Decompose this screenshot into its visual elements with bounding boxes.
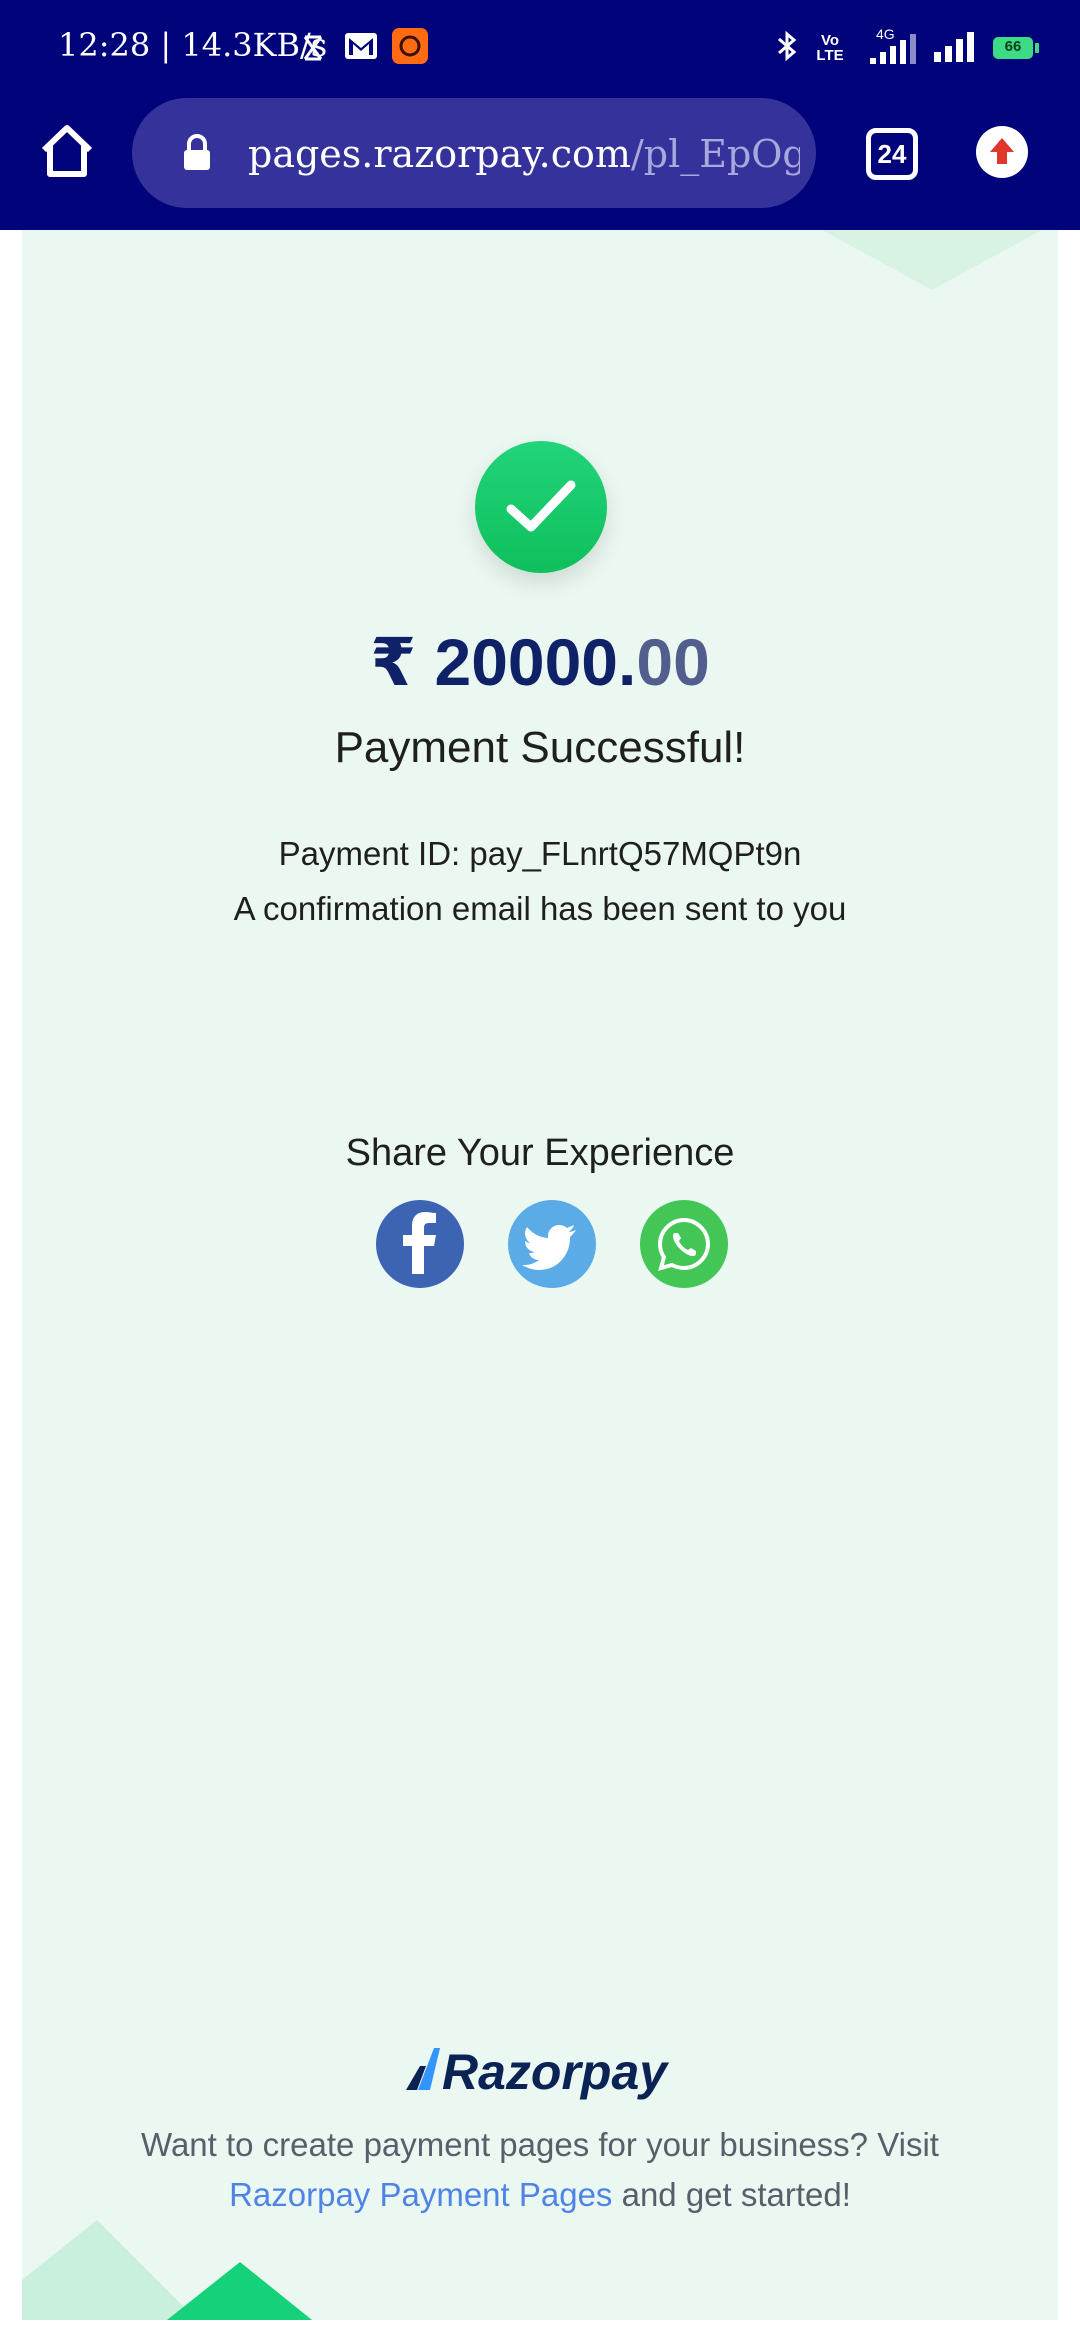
gmail-icon	[344, 32, 378, 65]
lock-icon	[182, 134, 212, 172]
share-whatsapp-button[interactable]	[640, 1200, 728, 1288]
footer-suffix: and get started!	[612, 2176, 851, 2213]
success-check-badge	[475, 441, 607, 573]
razorpay-logo: Razorpay	[404, 2040, 684, 2104]
share-twitter-button[interactable]	[508, 1200, 596, 1288]
battery-level: 66	[1004, 38, 1022, 55]
status-bar: 12:28 | 14.3KB/s Vo LTE 4G 66	[0, 0, 1080, 92]
url-bar[interactable]: pages.razorpay.com/pl_EpOg	[132, 98, 816, 208]
checkmark-icon	[506, 480, 576, 532]
twitter-icon	[522, 1225, 576, 1270]
home-button[interactable]	[36, 120, 98, 182]
app-notification-icon	[392, 28, 428, 69]
share-title: Share Your Experience	[345, 1132, 735, 1174]
decorative-shape-bottom	[22, 2220, 312, 2320]
browser-toolbar: pages.razorpay.com/pl_EpOg 24	[0, 92, 1080, 230]
arrow-up-icon	[990, 138, 1014, 164]
url-host: pages.razorpay.com	[248, 132, 631, 176]
payment-amount: ₹ 20000.00	[22, 617, 1058, 707]
url-path: /pl_EpOg	[630, 132, 800, 176]
signal-4g-icon: 4G	[862, 26, 918, 66]
razorpay-logo-mark	[406, 2048, 440, 2090]
volte-icon: Vo LTE	[812, 33, 848, 63]
confirmation-message: A confirmation email has been sent to yo…	[233, 890, 847, 927]
app-root: 12:28 | 14.3KB/s Vo LTE 4G 66 pages.razo…	[0, 0, 1080, 2340]
currency-symbol: ₹	[370, 625, 417, 699]
payment-status-title: Payment Successful!	[334, 723, 746, 772]
amount-decimal: 00	[636, 625, 710, 699]
tab-switcher-button[interactable]: 24	[866, 128, 918, 180]
amount-whole: 20000.	[434, 625, 637, 699]
status-right-group: Vo LTE 4G 66	[776, 26, 1040, 69]
footer-text-line1: Want to create payment pages for your bu…	[141, 2126, 939, 2163]
payment-id: Payment ID: pay_FLnrtQ57MQPt9n	[278, 835, 802, 872]
home-icon	[41, 125, 93, 177]
decorative-shape-top	[822, 230, 1042, 290]
whatsapp-icon	[657, 1217, 711, 1271]
bluetooth-icon	[776, 30, 798, 67]
url-text[interactable]: pages.razorpay.com/pl_EpOg	[248, 124, 800, 184]
upgrade-button[interactable]	[976, 126, 1028, 178]
status-time-speed: 12:28 | 14.3KB/s	[58, 26, 328, 64]
volte-bottom: LTE	[816, 47, 844, 64]
payment-page: ₹ 20000.00 Payment Successful! Payment I…	[22, 230, 1058, 2320]
share-facebook-button[interactable]	[376, 1200, 464, 1288]
facebook-icon	[403, 1212, 436, 1274]
battery-icon: 66	[992, 36, 1040, 60]
data-saver-icon	[302, 34, 324, 67]
razorpay-wordmark: Razorpay	[442, 2044, 668, 2100]
signal-icon	[932, 28, 978, 69]
